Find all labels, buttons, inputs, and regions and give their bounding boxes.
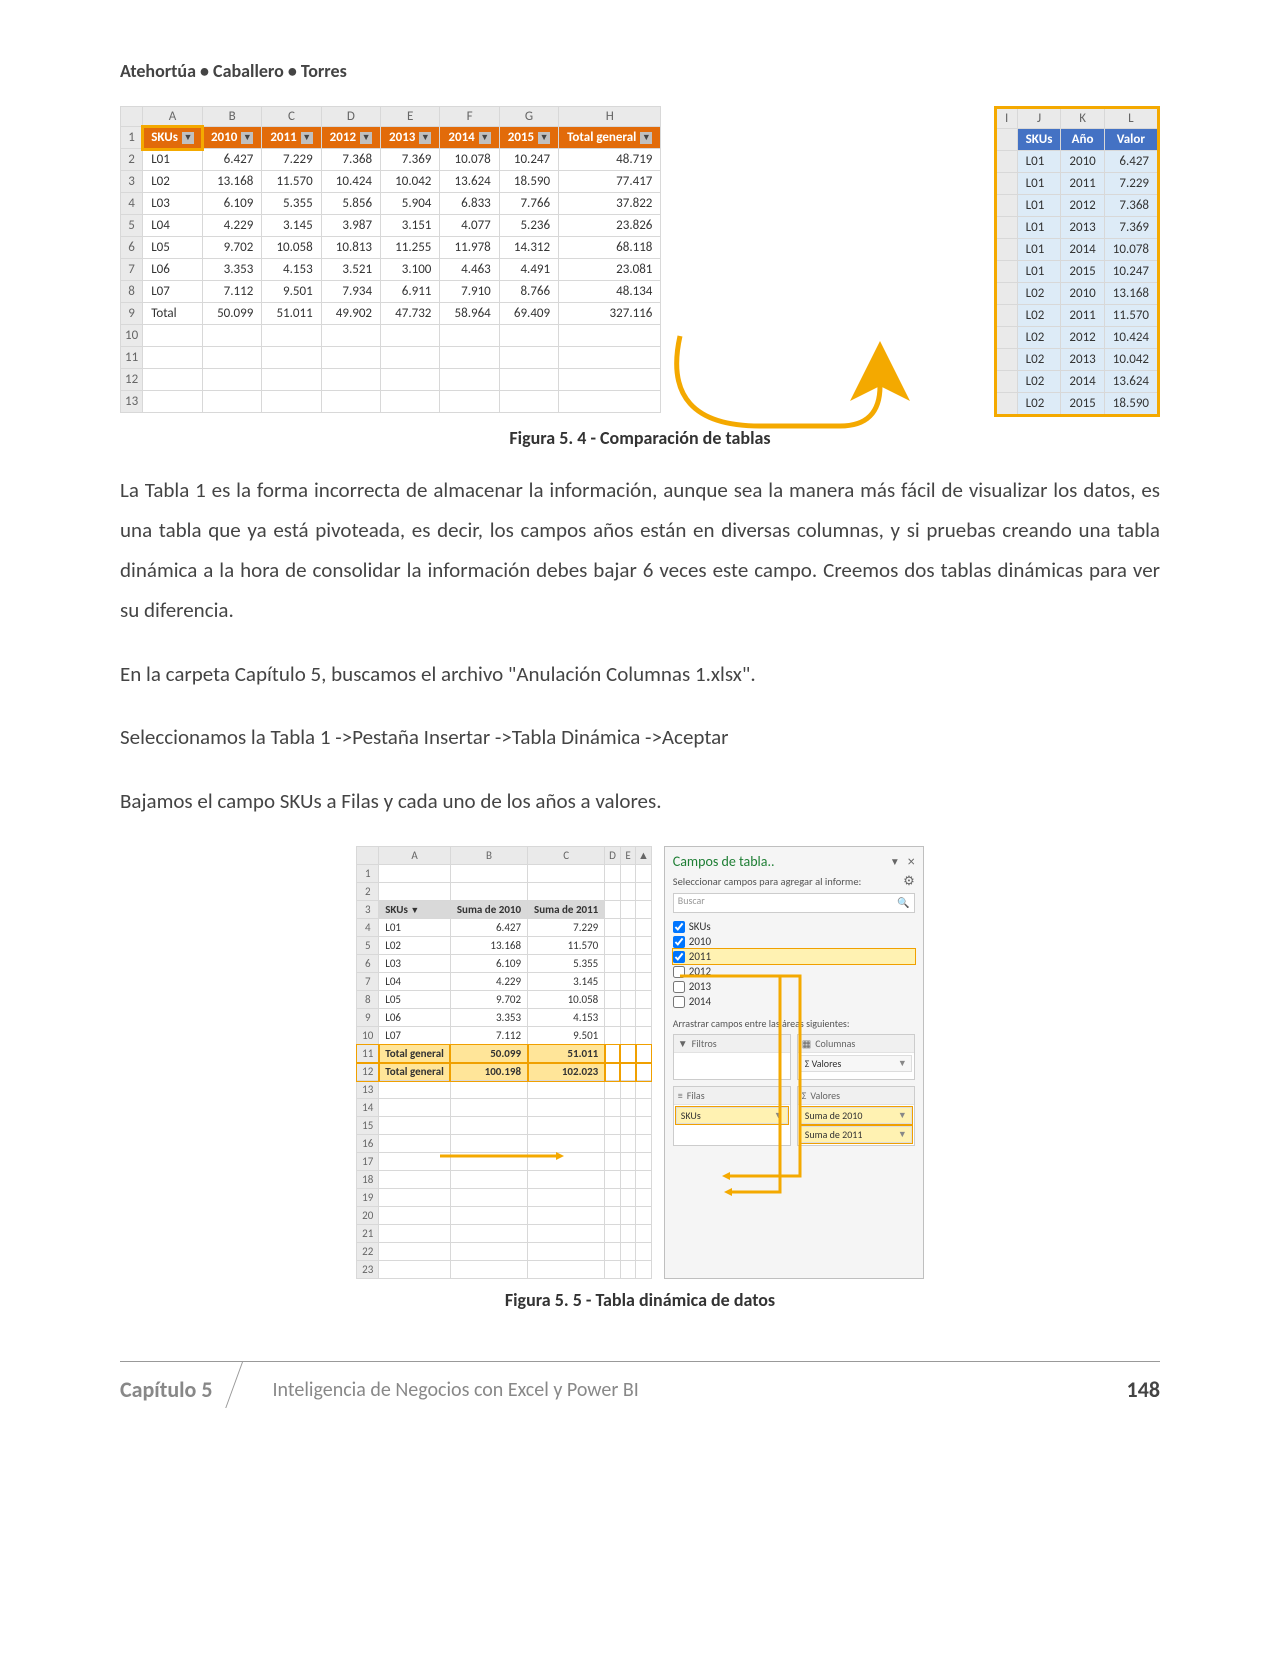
body-paragraph-3: Seleccionamos la Tabla 1 ->Pestaña Inser… [120, 718, 1160, 758]
table-row: L02201210.424 [995, 327, 1158, 349]
table-row: 3L0213.16811.57010.42410.04213.62418.590… [121, 171, 661, 193]
table-row: L02201413.624 [995, 371, 1158, 393]
figure-5-4-caption: Figura 5. 4 - Comparación de tablas [120, 427, 1160, 449]
page-number: 148 [1127, 1376, 1160, 1403]
pivot-header-skus[interactable]: SKUs▼ [143, 127, 203, 149]
field-label: 2010 [689, 935, 711, 948]
filter-dropdown-icon[interactable]: ▼ [182, 132, 194, 144]
total-row: 11Total general50.09951.011 [357, 1045, 652, 1063]
filter-dropdown-icon[interactable]: ▼ [640, 132, 652, 144]
area-columns[interactable]: ▦Columnas Σ Valores▼ [797, 1034, 915, 1080]
table-row: L0120117.229 [995, 173, 1158, 195]
chapter-label: Capítulo 5 [120, 1376, 243, 1403]
filter-dropdown-icon[interactable]: ▼ [479, 132, 491, 144]
pivot-field-list: SKUs 2010 2011 2012 2013 2014 [673, 919, 915, 1009]
table-row: 7L063.3534.1533.5213.1004.4634.49123.081 [121, 259, 661, 281]
field-checkbox[interactable] [673, 936, 685, 948]
filter-dropdown-icon[interactable]: ▼ [301, 132, 313, 144]
body-paragraph-4: Bajamos el campo SKUs a Filas y cada uno… [120, 782, 1160, 822]
filter-dropdown-icon[interactable]: ▼ [241, 132, 253, 144]
field-checkbox[interactable] [673, 996, 685, 1008]
area-values[interactable]: ΣValores Suma de 2010▼ Suma de 2011▼ [797, 1086, 915, 1146]
rows-icon: ≡ [678, 1089, 683, 1102]
pivot-table-fields-pane: Campos de tabla.. ▼ × Seleccionar campos… [664, 846, 924, 1279]
table-row: L0120127.368 [995, 195, 1158, 217]
field-checkbox[interactable] [673, 921, 685, 933]
filter-dropdown-icon[interactable]: ▼ [360, 132, 372, 144]
body-paragraph-2: En la carpeta Capítulo 5, buscamos el ar… [120, 655, 1160, 695]
table-row: 8L059.70210.058 [357, 991, 652, 1009]
field-label: 2012 [689, 965, 711, 978]
table-row: 8L077.1129.5017.9346.9117.9108.76648.134 [121, 281, 661, 303]
pivot-field-2011[interactable]: 2011 [673, 949, 915, 964]
field-checkbox[interactable] [673, 981, 685, 993]
columns-icon: ▦ [802, 1037, 811, 1050]
field-checkbox[interactable] [673, 951, 685, 963]
table-row: 10L077.1129.501 [357, 1027, 652, 1045]
pane-title: Campos de tabla.. [673, 853, 775, 870]
area-columns-item[interactable]: Σ Valores▼ [800, 1055, 912, 1072]
table-row: 5L0213.16811.570 [357, 937, 652, 955]
pivot-field-2013[interactable]: 2013 [673, 979, 915, 994]
close-icon[interactable]: × [908, 853, 915, 870]
pivot-field-2012[interactable]: 2012 [673, 964, 915, 979]
pane-subtitle: Seleccionar campos para agregar al infor… [673, 875, 862, 888]
sigma-icon: Σ [802, 1089, 807, 1102]
field-checkbox[interactable] [673, 966, 685, 978]
table-row: L02201310.042 [995, 349, 1158, 371]
area-rows[interactable]: ≡Filas SKUs▼ [673, 1086, 791, 1146]
table-row: L01201510.247 [995, 261, 1158, 283]
book-title: Inteligencia de Negocios con Excel y Pow… [243, 1378, 1127, 1402]
field-label: 2014 [689, 995, 711, 1008]
table-row: 9L063.3534.153 [357, 1009, 652, 1027]
figure-5-5-caption: Figura 5. 5 - Tabla dinámica de datos [120, 1289, 1160, 1311]
table-row: 2L016.4277.2297.3687.36910.07810.24748.7… [121, 149, 661, 171]
figure-5-4: A B C D E F G H 1 SKUs▼ [120, 106, 1160, 449]
fig55-pivot-table: A B C D E ▲ 1 2 3SKUs ▼Suma de 2010Suma … [356, 846, 652, 1279]
field-label: 2013 [689, 980, 711, 993]
table-row: L01201410.078 [995, 239, 1158, 261]
table-row: L0120137.369 [995, 217, 1158, 239]
area-filters[interactable]: ▼Filtros [673, 1034, 791, 1080]
figure-5-5: A B C D E ▲ 1 2 3SKUs ▼Suma de 2010Suma … [120, 846, 1160, 1311]
search-input[interactable]: Buscar 🔍 [673, 893, 915, 913]
table-row: 6L059.70210.05810.81311.25511.97814.3126… [121, 237, 661, 259]
pivot-field-2010[interactable]: 2010 [673, 934, 915, 949]
dropdown-icon[interactable]: ▼ [890, 855, 900, 868]
area-values-item[interactable]: Suma de 2010▼ [800, 1107, 912, 1124]
table-row: 7L044.2293.145 [357, 973, 652, 991]
field-label: SKUs [689, 920, 711, 933]
column-header-row: A B C D E F G H [121, 107, 661, 127]
areas-instruction: Arrastrar campos entre las áreas siguien… [673, 1017, 915, 1030]
table-row: 6L036.1095.355 [357, 955, 652, 973]
area-rows-item[interactable]: SKUs▼ [676, 1107, 788, 1124]
field-label: 2011 [689, 950, 711, 963]
table-row: L02201518.590 [995, 393, 1158, 416]
fig54-pivot-table: A B C D E F G H 1 SKUs▼ [120, 106, 661, 413]
pivot-field-skus[interactable]: SKUs [673, 919, 915, 934]
filter-icon: ▼ [678, 1037, 688, 1050]
filter-dropdown-icon[interactable]: ▼ [538, 132, 550, 144]
filter-dropdown-icon[interactable]: ▼ [419, 132, 431, 144]
gear-icon[interactable]: ⚙ [903, 874, 915, 889]
search-icon: 🔍 [897, 896, 909, 909]
table-row: L02201013.168 [995, 283, 1158, 305]
total-row: 12Total general100.198102.023 [357, 1063, 652, 1081]
table-row: 5L044.2293.1453.9873.1514.0775.23623.826 [121, 215, 661, 237]
authors-line: Atehortúa • Caballero • Torres [120, 60, 1160, 82]
table-row: L02201111.570 [995, 305, 1158, 327]
body-paragraph-1: La Tabla 1 es la forma incorrecta de alm… [120, 471, 1160, 631]
table-row: 4L016.4277.229 [357, 919, 652, 937]
table-row: 4L036.1095.3555.8565.9046.8337.76637.822 [121, 193, 661, 215]
pivot-field-2014[interactable]: 2014 [673, 994, 915, 1009]
page-footer: Capítulo 5 Inteligencia de Negocios con … [120, 1361, 1160, 1403]
table-row: 9Total50.09951.01149.90247.73258.96469.4… [121, 303, 661, 325]
fig54-tall-table: I J K L SKUs Año Valor L0120106.427 L012… [994, 106, 1160, 417]
area-values-item[interactable]: Suma de 2011▼ [800, 1126, 912, 1143]
table-row: L0120106.427 [995, 151, 1158, 173]
